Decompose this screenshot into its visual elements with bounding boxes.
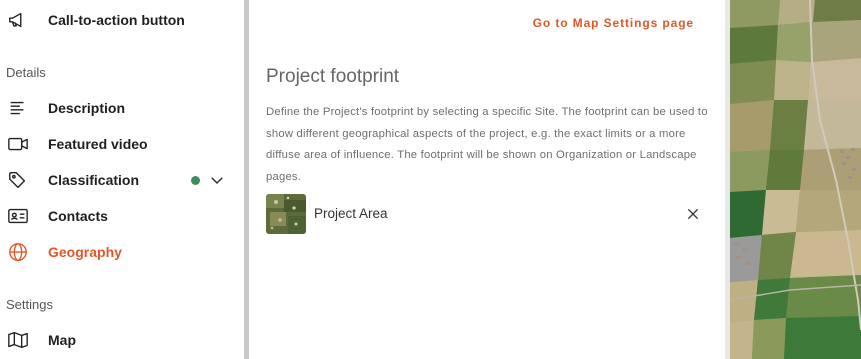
- footprint-item[interactable]: Project Area: [266, 194, 702, 234]
- tag-icon: [6, 168, 30, 192]
- page-title: Project footprint: [266, 66, 400, 87]
- video-icon: [6, 132, 30, 156]
- contact-card-icon: [6, 204, 30, 228]
- satellite-map[interactable]: [730, 0, 861, 359]
- footprint-description: Define the Project's footprint by select…: [266, 106, 708, 183]
- text-lines-icon: [6, 96, 30, 120]
- map-icon: [6, 328, 30, 352]
- megaphone-icon: [6, 8, 30, 32]
- sidebar-item-map[interactable]: Map: [0, 322, 244, 358]
- map-settings-link[interactable]: Go to Map Settings page: [533, 16, 694, 30]
- sidebar-item-featured-video[interactable]: Featured video: [0, 126, 244, 162]
- sidebar-item-label: Featured video: [48, 136, 148, 152]
- sidebar-item-label: Call-to-action button: [48, 12, 185, 28]
- sidebar-item-geography[interactable]: Geography: [0, 234, 244, 270]
- sidebar-item-classification[interactable]: Classification: [0, 162, 244, 198]
- geography-panel: Go to Map Settings page Project footprin…: [249, 0, 725, 359]
- site-thumbnail: [266, 194, 306, 234]
- details-section-heading: Details: [6, 65, 46, 80]
- close-icon: [687, 208, 699, 220]
- sidebar-item-contacts[interactable]: Contacts: [0, 198, 244, 234]
- status-complete-dot: [191, 176, 200, 185]
- chevron-down-icon[interactable]: [208, 171, 226, 189]
- globe-icon: [6, 240, 30, 264]
- sidebar-item-call-to-action[interactable]: Call-to-action button: [0, 2, 244, 38]
- sidebar-item-label: Map: [48, 332, 76, 348]
- settings-section-heading: Settings: [6, 297, 53, 312]
- sidebar-item-label: Contacts: [48, 208, 108, 224]
- sidebar-item-label: Classification: [48, 172, 140, 188]
- remove-site-button[interactable]: [684, 205, 702, 223]
- site-name: Project Area: [314, 206, 388, 221]
- sidebar: Call-to-action button Details Descriptio…: [0, 0, 244, 359]
- sidebar-item-description[interactable]: Description: [0, 90, 244, 126]
- sidebar-item-label: Description: [48, 100, 126, 116]
- sidebar-item-label: Geography: [48, 244, 122, 260]
